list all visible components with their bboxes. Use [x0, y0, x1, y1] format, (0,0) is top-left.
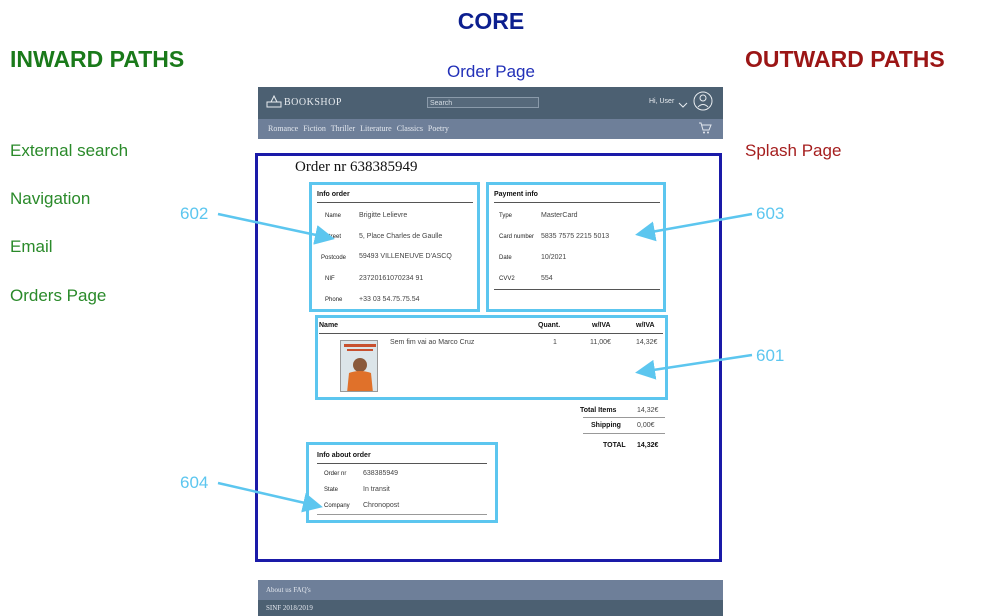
callout-arrows	[217, 212, 753, 513]
footer-copyright: SINF 2018/2019	[266, 604, 313, 612]
arrow-602	[217, 212, 335, 245]
footer-links[interactable]: About us FAQ's	[266, 586, 311, 594]
arrow-601	[635, 353, 753, 380]
mockup-footer	[258, 580, 723, 600]
arrow-603	[635, 212, 753, 242]
arrow-604	[217, 481, 323, 513]
mockup-footer-bottom	[258, 600, 723, 616]
